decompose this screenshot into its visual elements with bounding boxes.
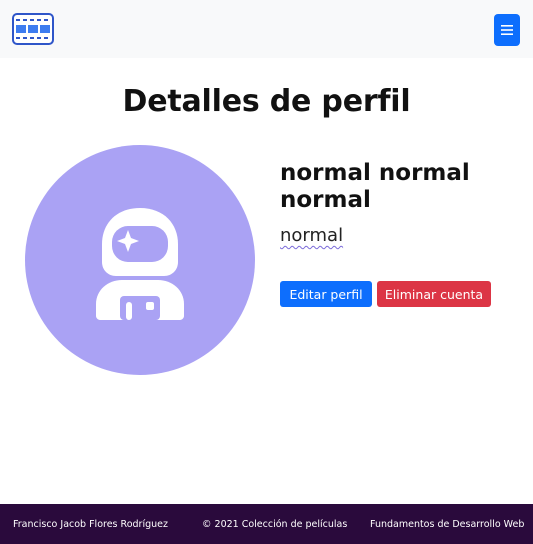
menu-toggle-button[interactable] [494,14,520,46]
footer-author: Francisco Jacob Flores Rodríguez [13,518,168,530]
delete-account-button[interactable]: Eliminar cuenta [377,281,491,307]
profile-full-name: normal normal normal [280,160,470,213]
footer-copyright: © 2021 Colección de películas [202,518,348,530]
page-title: Detalles de perfil [122,84,411,119]
hamburger-menu-icon [501,25,513,35]
avatar [25,145,255,375]
film-strip-icon[interactable] [12,13,54,45]
navbar [0,0,533,58]
footer-course: Fundamentos de Desarrollo Web [370,518,525,530]
edit-profile-button[interactable]: Editar perfil [280,281,372,307]
footer: Francisco Jacob Flores Rodríguez © 2021 … [0,504,533,544]
profile-username: normal [280,225,344,246]
astronaut-icon [96,208,184,320]
